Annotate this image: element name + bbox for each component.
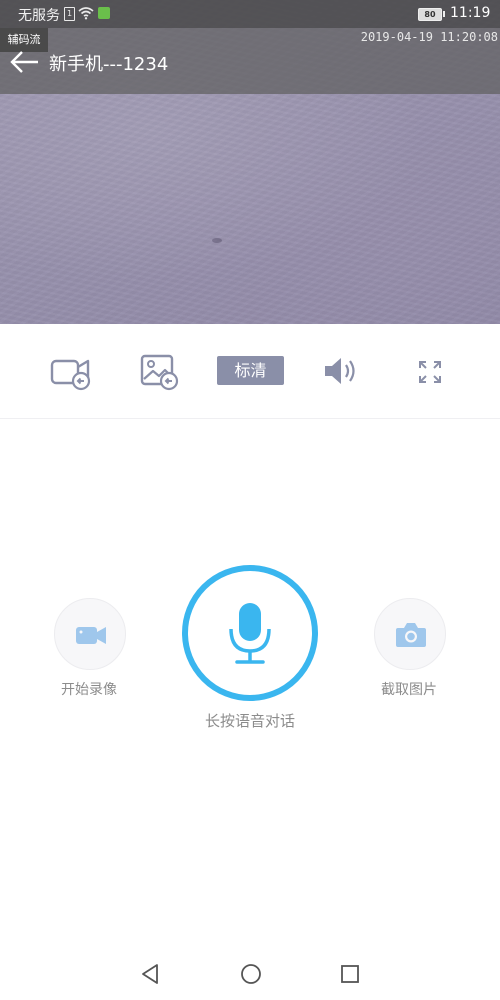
battery-icon: 80 (418, 8, 442, 21)
video-wall-speck (212, 238, 222, 243)
microphone-icon (229, 603, 271, 664)
fullscreen-button[interactable] (418, 360, 442, 398)
camera-icon (396, 623, 426, 647)
speaker-icon (325, 358, 355, 384)
fullscreen-icon (419, 361, 441, 383)
carrier-text: 无服务 (18, 8, 60, 24)
wifi-icon (78, 7, 94, 20)
image-playback-icon (140, 354, 179, 391)
back-arrow-icon (10, 51, 38, 73)
start-record-button[interactable] (54, 598, 126, 670)
video-timestamp: 2019-04-19 11:20:08 (360, 30, 498, 44)
voice-talk-button[interactable] (182, 565, 318, 701)
image-playback-button[interactable] (140, 353, 180, 391)
back-button[interactable] (8, 46, 42, 78)
app-notification-icon (98, 7, 110, 19)
nav-back-icon[interactable] (140, 963, 160, 985)
battery-tip (443, 11, 445, 17)
snapshot-button[interactable] (374, 598, 446, 670)
quality-toggle-button[interactable]: 标清 (217, 356, 284, 385)
video-playback-icon (50, 359, 91, 391)
sim-icon: 1 (64, 7, 75, 21)
video-playback-button[interactable] (50, 353, 94, 391)
status-bar: 无服务 1 80 11:19 (0, 0, 500, 28)
voice-talk-label: 长按语音对话 (204, 712, 295, 730)
snapshot-label: 截取图片 (381, 682, 437, 698)
page-title: 新手机---1234 (49, 54, 169, 75)
nav-home-icon[interactable] (240, 963, 262, 985)
nav-recents-icon[interactable] (340, 963, 360, 985)
status-time: 11:19 (450, 5, 491, 21)
speaker-button[interactable] (322, 352, 360, 390)
app-screen: 无服务 1 80 11:19 辅码流 2019-04-19 11:20:08 新… (0, 0, 500, 1000)
system-nav-bar (0, 948, 500, 1000)
start-record-label: 开始录像 (61, 682, 117, 698)
video-camera-icon (76, 627, 106, 644)
